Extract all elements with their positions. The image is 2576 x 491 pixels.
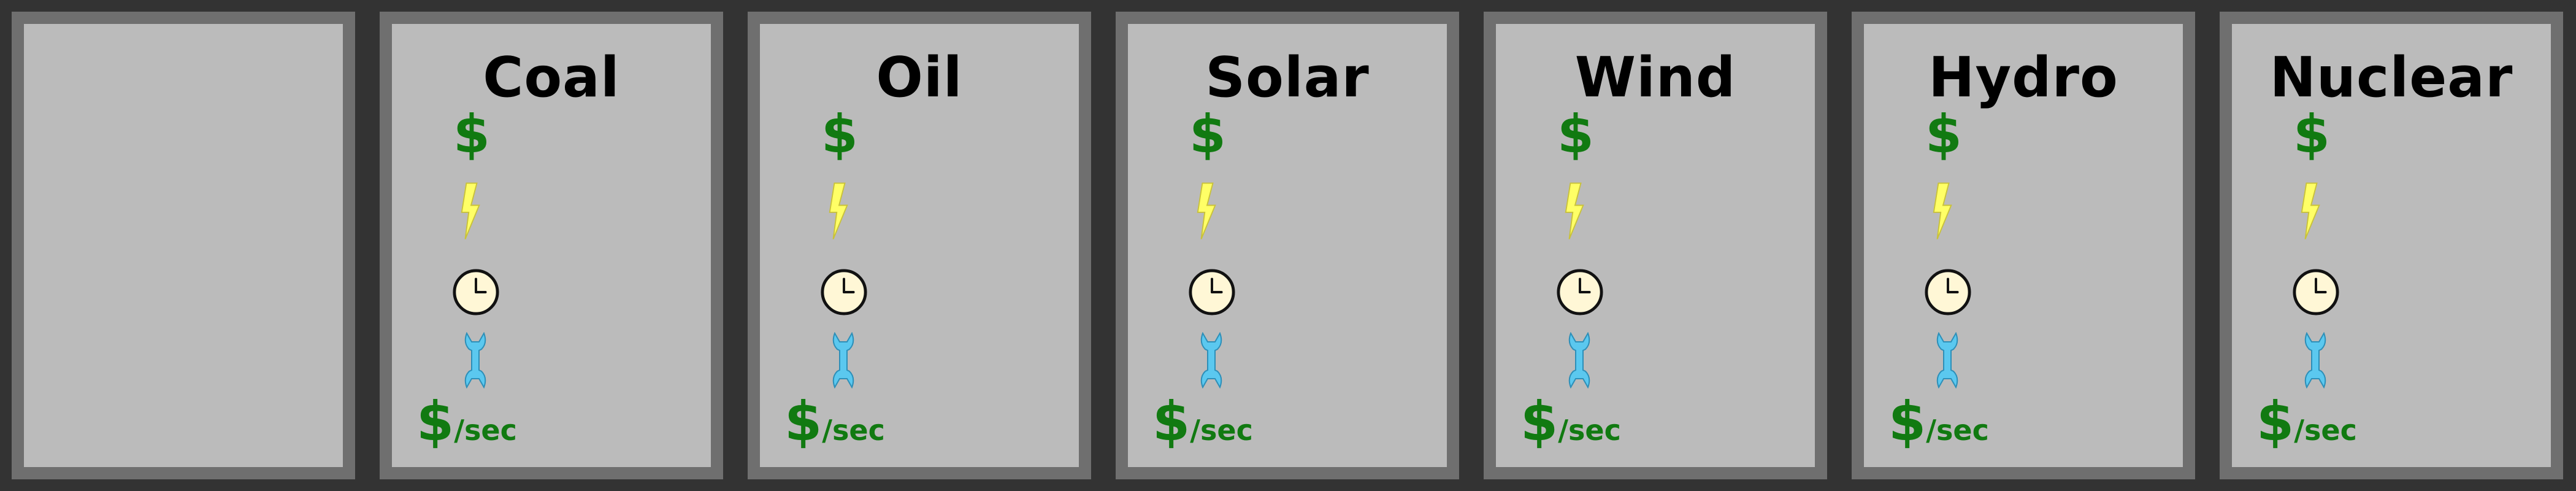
card-title: Wind <box>1574 45 1736 110</box>
card-hydro[interactable]: Hydro $ $/sec <box>1852 12 2195 479</box>
dollar-icon: $ <box>1189 104 1226 165</box>
lightning-bolt-icon <box>829 182 848 239</box>
wrench-icon <box>1200 332 1222 389</box>
rate-dollar-icon: $ <box>784 390 822 453</box>
clock-icon <box>1557 269 1603 315</box>
rate-unit: /sec <box>1926 414 1989 447</box>
dollar-icon: $ <box>821 104 858 165</box>
lightning-bolt-icon <box>1565 182 1584 239</box>
card-oil[interactable]: Oil $ $/sec <box>748 12 1091 479</box>
card-title: Oil <box>876 45 963 110</box>
dollar-icon: $ <box>453 104 490 165</box>
card-nuclear[interactable]: Nuclear $ $/sec <box>2220 12 2563 479</box>
rate-unit: /sec <box>1190 414 1253 447</box>
income-per-second: $/sec <box>2256 391 2357 461</box>
card-solar[interactable]: Solar $ $/sec <box>1116 12 1459 479</box>
rate-dollar-icon: $ <box>1152 390 1190 453</box>
rate-dollar-icon: $ <box>416 390 454 453</box>
dollar-icon: $ <box>1557 104 1594 165</box>
lightning-bolt-icon <box>2301 182 2320 239</box>
clock-icon <box>1925 269 1971 315</box>
card-wind[interactable]: Wind $ $/sec <box>1484 12 1827 479</box>
clock-icon <box>2293 269 2339 315</box>
income-per-second: $/sec <box>416 391 517 461</box>
empty-card[interactable] <box>12 12 355 479</box>
wrench-icon <box>2304 332 2326 389</box>
wrench-icon <box>464 332 486 389</box>
lightning-bolt-icon <box>1933 182 1952 239</box>
clock-icon <box>453 269 499 315</box>
card-title: Hydro <box>1928 45 2118 110</box>
clock-icon <box>1189 269 1235 315</box>
rate-dollar-icon: $ <box>2256 390 2294 453</box>
wrench-icon <box>1568 332 1590 389</box>
wrench-icon <box>1936 332 1958 389</box>
lightning-bolt-icon <box>1197 182 1216 239</box>
rate-unit: /sec <box>1558 414 1621 447</box>
card-title: Coal <box>483 45 620 110</box>
rate-dollar-icon: $ <box>1888 390 1926 453</box>
rate-unit: /sec <box>454 414 517 447</box>
card-title: Nuclear <box>2269 45 2513 110</box>
rate-dollar-icon: $ <box>1520 390 1558 453</box>
dollar-icon: $ <box>2293 104 2330 165</box>
income-per-second: $/sec <box>784 391 885 461</box>
income-per-second: $/sec <box>1520 391 1621 461</box>
rate-unit: /sec <box>2294 414 2357 447</box>
card-title: Solar <box>1205 45 1370 110</box>
dollar-icon: $ <box>1925 104 1962 165</box>
wrench-icon <box>832 332 854 389</box>
income-per-second: $/sec <box>1888 391 1989 461</box>
clock-icon <box>821 269 867 315</box>
card-coal[interactable]: Coal $ $/sec <box>380 12 723 479</box>
income-per-second: $/sec <box>1152 391 1253 461</box>
lightning-bolt-icon <box>461 182 480 239</box>
rate-unit: /sec <box>822 414 885 447</box>
